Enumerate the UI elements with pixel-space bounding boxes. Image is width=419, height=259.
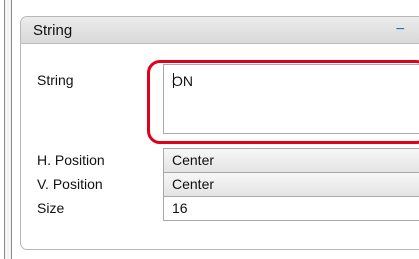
collapse-icon[interactable]: − [396, 21, 405, 39]
size-input[interactable]: 16 [163, 196, 419, 221]
panel-header[interactable]: String − [21, 17, 419, 44]
size-value: 16 [172, 200, 188, 216]
string-label: String [37, 72, 74, 88]
string-properties-panel: String − String ON H. Position Center V.… [20, 16, 419, 250]
string-textarea[interactable]: ON [163, 64, 419, 134]
h-position-select[interactable]: Center [163, 148, 419, 173]
v-position-value: Center [172, 176, 215, 192]
h-position-value: Center [172, 152, 215, 168]
text-caret [173, 73, 174, 88]
size-label: Size [37, 200, 65, 216]
panel-title: String [33, 22, 73, 39]
v-position-label: V. Position [37, 176, 103, 192]
h-position-label: H. Position [37, 152, 105, 168]
v-position-select[interactable]: Center [163, 172, 419, 197]
sidebar-divider [4, 0, 12, 259]
